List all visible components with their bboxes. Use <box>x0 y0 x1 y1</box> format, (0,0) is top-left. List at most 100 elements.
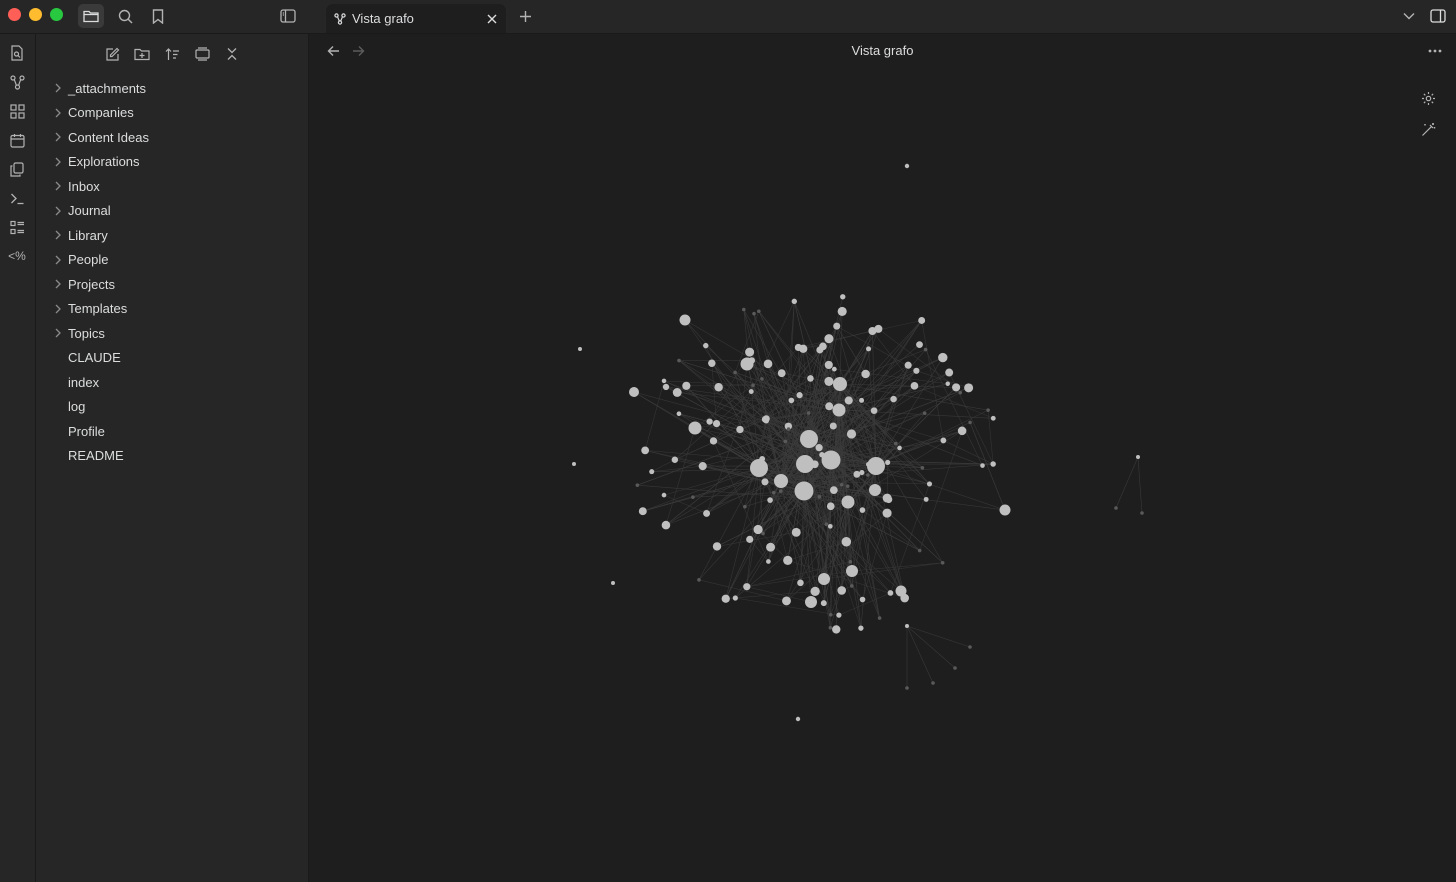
graph-node[interactable] <box>870 407 878 414</box>
graph-node[interactable] <box>806 435 814 443</box>
graph-node[interactable] <box>829 454 835 461</box>
graph-node[interactable] <box>662 383 670 391</box>
graph-node[interactable] <box>885 459 891 466</box>
graph-node[interactable] <box>797 579 804 587</box>
tree-folder[interactable]: Projects <box>36 272 308 297</box>
outline-button[interactable] <box>5 215 29 239</box>
graph-node[interactable] <box>743 583 751 591</box>
graph-node[interactable] <box>638 507 647 516</box>
graph-node[interactable] <box>733 370 737 375</box>
graph-node[interactable] <box>848 559 853 564</box>
graph-node[interactable] <box>741 307 746 312</box>
graph-node[interactable] <box>641 446 650 455</box>
graph-node[interactable] <box>1140 511 1144 515</box>
tree-file[interactable]: index <box>36 370 308 395</box>
tree-folder[interactable]: Inbox <box>36 174 308 199</box>
graph-node[interactable] <box>810 586 820 597</box>
graph-node[interactable] <box>766 542 776 552</box>
templater-button[interactable]: <% <box>5 244 29 268</box>
tree-folder[interactable]: Topics <box>36 321 308 346</box>
graph-node[interactable] <box>757 309 761 314</box>
graph-node[interactable] <box>635 483 640 487</box>
graph-node[interactable] <box>817 494 822 499</box>
graph-node[interactable] <box>736 425 744 434</box>
graph-node[interactable] <box>837 306 847 316</box>
graph-node[interactable] <box>698 462 707 471</box>
graph-node[interactable] <box>721 594 730 603</box>
graph-node[interactable] <box>748 357 756 364</box>
quick-switcher-button[interactable] <box>5 41 29 65</box>
graph-node[interactable] <box>827 523 833 529</box>
graph-node[interactable] <box>712 420 721 428</box>
graph-node[interactable] <box>832 625 841 634</box>
graph-node[interactable] <box>629 387 639 397</box>
graph-node[interactable] <box>922 411 927 415</box>
graph-node[interactable] <box>953 666 957 670</box>
graph-node[interactable] <box>931 681 935 685</box>
graph-node[interactable] <box>940 560 945 565</box>
graph-node[interactable] <box>920 466 925 470</box>
graph-node[interactable] <box>990 461 996 467</box>
graph-node[interactable] <box>786 427 791 431</box>
close-window-button[interactable] <box>8 8 21 21</box>
graph-node[interactable] <box>767 497 773 503</box>
graph-node[interactable] <box>819 452 825 458</box>
graph-node[interactable] <box>952 383 961 392</box>
graph-node[interactable] <box>691 495 695 499</box>
graph-node[interactable] <box>882 493 892 503</box>
graph-node[interactable] <box>990 415 996 421</box>
graph-node[interactable] <box>688 421 702 435</box>
graph-node[interactable] <box>890 395 897 403</box>
graph-node[interactable] <box>859 596 866 603</box>
graph-node[interactable] <box>849 584 854 588</box>
collapse-all-button[interactable] <box>220 42 244 66</box>
graph-node[interactable] <box>1114 506 1118 510</box>
graph-node[interactable] <box>761 478 769 486</box>
more-options-button[interactable] <box>1424 40 1446 62</box>
graph-node[interactable] <box>805 596 817 608</box>
graph-node[interactable] <box>957 426 967 436</box>
graph-node[interactable] <box>940 437 947 444</box>
graph-node[interactable] <box>865 462 871 467</box>
tree-folder[interactable]: Templates <box>36 297 308 322</box>
graph-node[interactable] <box>703 342 709 349</box>
graph-node[interactable] <box>794 343 802 352</box>
tree-folder[interactable]: Explorations <box>36 150 308 175</box>
graph-node[interactable] <box>671 456 679 463</box>
graph-node[interactable] <box>841 495 855 509</box>
graph-node[interactable] <box>845 484 850 488</box>
graph-node[interactable] <box>750 459 768 477</box>
graph-node[interactable] <box>611 581 615 585</box>
graph-node[interactable] <box>763 359 773 369</box>
graph-node[interactable] <box>958 390 963 395</box>
graph-node[interactable] <box>904 361 912 369</box>
graph-node[interactable] <box>761 531 765 536</box>
graph-node[interactable] <box>826 502 835 511</box>
graph-node[interactable] <box>795 716 801 722</box>
file-explorer-button[interactable] <box>78 4 104 28</box>
graph-node[interactable] <box>846 565 858 577</box>
tree-folder[interactable]: Journal <box>36 199 308 224</box>
terminal-button[interactable] <box>5 186 29 210</box>
graph-node[interactable] <box>861 369 870 379</box>
graph-node[interactable] <box>766 559 771 564</box>
graph-node[interactable] <box>837 586 847 595</box>
graph-node[interactable] <box>771 490 776 495</box>
graph-node[interactable] <box>840 294 846 300</box>
graph-node[interactable] <box>676 411 682 417</box>
graph-node[interactable] <box>572 462 576 466</box>
graph-node[interactable] <box>682 381 691 390</box>
graph-node[interactable] <box>839 483 844 487</box>
graph-node[interactable] <box>806 411 811 415</box>
graph-node[interactable] <box>916 341 923 348</box>
graph-node[interactable] <box>649 469 655 475</box>
graph-node[interactable] <box>968 420 972 425</box>
toggle-sidebar-button[interactable] <box>275 4 301 28</box>
graph-node[interactable] <box>807 375 814 382</box>
graph-node[interactable] <box>824 522 829 526</box>
graph-node[interactable] <box>829 422 837 430</box>
graph-node[interactable] <box>900 593 909 603</box>
graph-node[interactable] <box>945 368 954 377</box>
sort-button[interactable] <box>160 42 184 66</box>
graph-node[interactable] <box>828 612 833 617</box>
